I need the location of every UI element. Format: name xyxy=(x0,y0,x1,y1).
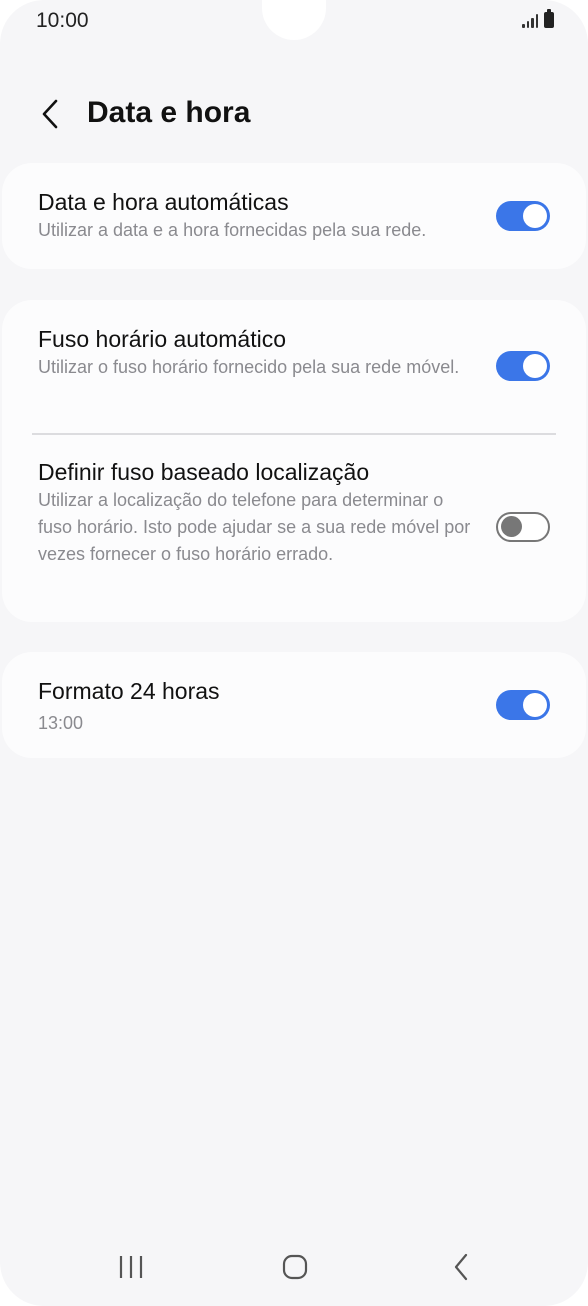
location-timezone-toggle[interactable] xyxy=(496,512,550,542)
recents-button[interactable] xyxy=(101,1242,161,1292)
setting-row-24h-format[interactable]: Formato 24 horas 13:00 xyxy=(2,652,586,737)
setting-title: Formato 24 horas xyxy=(38,678,220,704)
card-auto-datetime: Data e hora automáticas Utilizar a data … xyxy=(2,163,586,269)
status-bar: 10:00 xyxy=(0,0,588,44)
setting-subtitle: 13:00 xyxy=(38,713,84,733)
setting-subtitle: Utilizar o fuso horário fornecido pela s… xyxy=(38,357,460,377)
status-icons xyxy=(522,9,554,28)
setting-subtitle: Utilizar a localização do telefone para … xyxy=(38,490,471,564)
card-timezone: Fuso horário automático Utilizar o fuso … xyxy=(2,300,586,622)
back-button[interactable] xyxy=(30,92,70,136)
recents-icon xyxy=(119,1256,143,1278)
auto-timezone-toggle[interactable] xyxy=(496,351,550,381)
status-time: 10:00 xyxy=(36,9,89,32)
setting-title: Data e hora automáticas xyxy=(38,189,289,215)
nav-back-button[interactable] xyxy=(431,1242,491,1292)
camera-notch xyxy=(262,0,326,40)
setting-title: Fuso horário automático xyxy=(38,326,287,352)
page-title: Data e hora xyxy=(87,96,251,129)
battery-icon xyxy=(544,9,554,28)
chevron-left-icon xyxy=(42,99,58,129)
home-button[interactable] xyxy=(265,1242,325,1292)
setting-subtitle: Utilizar a data e a hora fornecidas pela… xyxy=(38,220,427,240)
divider xyxy=(32,433,556,435)
setting-row-location-timezone[interactable]: Definir fuso baseado localização Utiliza… xyxy=(2,457,586,568)
header: Data e hora xyxy=(0,84,588,144)
navigation-bar xyxy=(0,1226,588,1306)
setting-row-auto-datetime[interactable]: Data e hora automáticas Utilizar a data … xyxy=(2,163,586,244)
signal-icon xyxy=(522,12,538,28)
back-icon xyxy=(454,1253,468,1281)
screen: 10:00 Data e hora Data e hora automática… xyxy=(0,0,588,1306)
format-24h-toggle[interactable] xyxy=(496,690,550,720)
card-24h-format: Formato 24 horas 13:00 xyxy=(2,652,586,758)
home-icon xyxy=(282,1254,308,1280)
auto-datetime-toggle[interactable] xyxy=(496,201,550,231)
setting-title: Definir fuso baseado localização xyxy=(38,459,370,485)
